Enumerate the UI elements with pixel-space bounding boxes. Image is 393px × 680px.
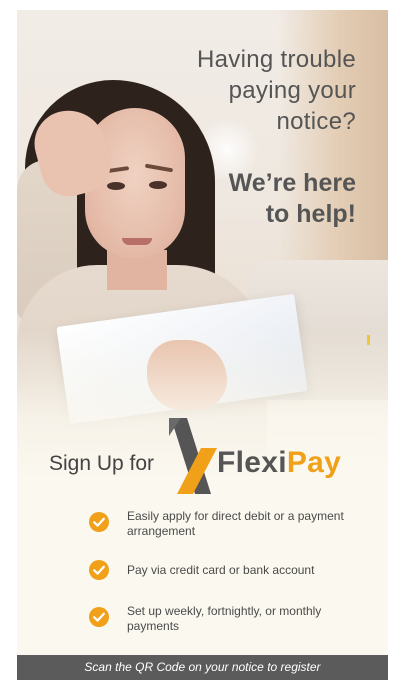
feature-item: Set up weekly, fortnightly, or monthly p… bbox=[89, 603, 359, 634]
subheadline-line: to help! bbox=[265, 200, 356, 228]
check-circle-icon bbox=[89, 560, 109, 580]
feature-text: Easily apply for direct debit or a payme… bbox=[127, 509, 344, 538]
subheadline: We’re here to help! bbox=[229, 168, 356, 230]
feature-item: Pay via credit card or bank account bbox=[89, 556, 359, 586]
headline-line: paying your bbox=[228, 77, 356, 104]
feature-list: Easily apply for direct debit or a payme… bbox=[89, 508, 359, 634]
headline: Having trouble paying your notice? bbox=[197, 44, 356, 137]
logo-pay: Pay bbox=[286, 446, 342, 479]
footer-text: Scan the QR Code on your notice to regis… bbox=[84, 660, 321, 674]
flexipay-logo-icon bbox=[169, 418, 217, 494]
flexipay-poster: Having trouble paying your notice? We’re… bbox=[17, 10, 388, 680]
check-circle-icon bbox=[89, 512, 109, 532]
check-circle-icon bbox=[89, 607, 109, 627]
headline-line: Having trouble bbox=[197, 46, 356, 73]
feature-item: Easily apply for direct debit or a payme… bbox=[89, 508, 359, 539]
logo-flexi: Flexi bbox=[217, 446, 287, 479]
headline-line: notice? bbox=[276, 108, 356, 135]
footer-bar: Scan the QR Code on your notice to regis… bbox=[17, 655, 388, 680]
subheadline-line: We’re here bbox=[228, 169, 356, 197]
signup-row: Sign Up for FlexiPay bbox=[49, 416, 379, 496]
feature-text: Set up weekly, fortnightly, or monthly p… bbox=[127, 604, 322, 633]
signup-prefix: Sign Up for bbox=[49, 452, 155, 475]
feature-text: Pay via credit card or bank account bbox=[127, 563, 315, 577]
flexipay-logo-text: FlexiPay bbox=[217, 446, 341, 480]
